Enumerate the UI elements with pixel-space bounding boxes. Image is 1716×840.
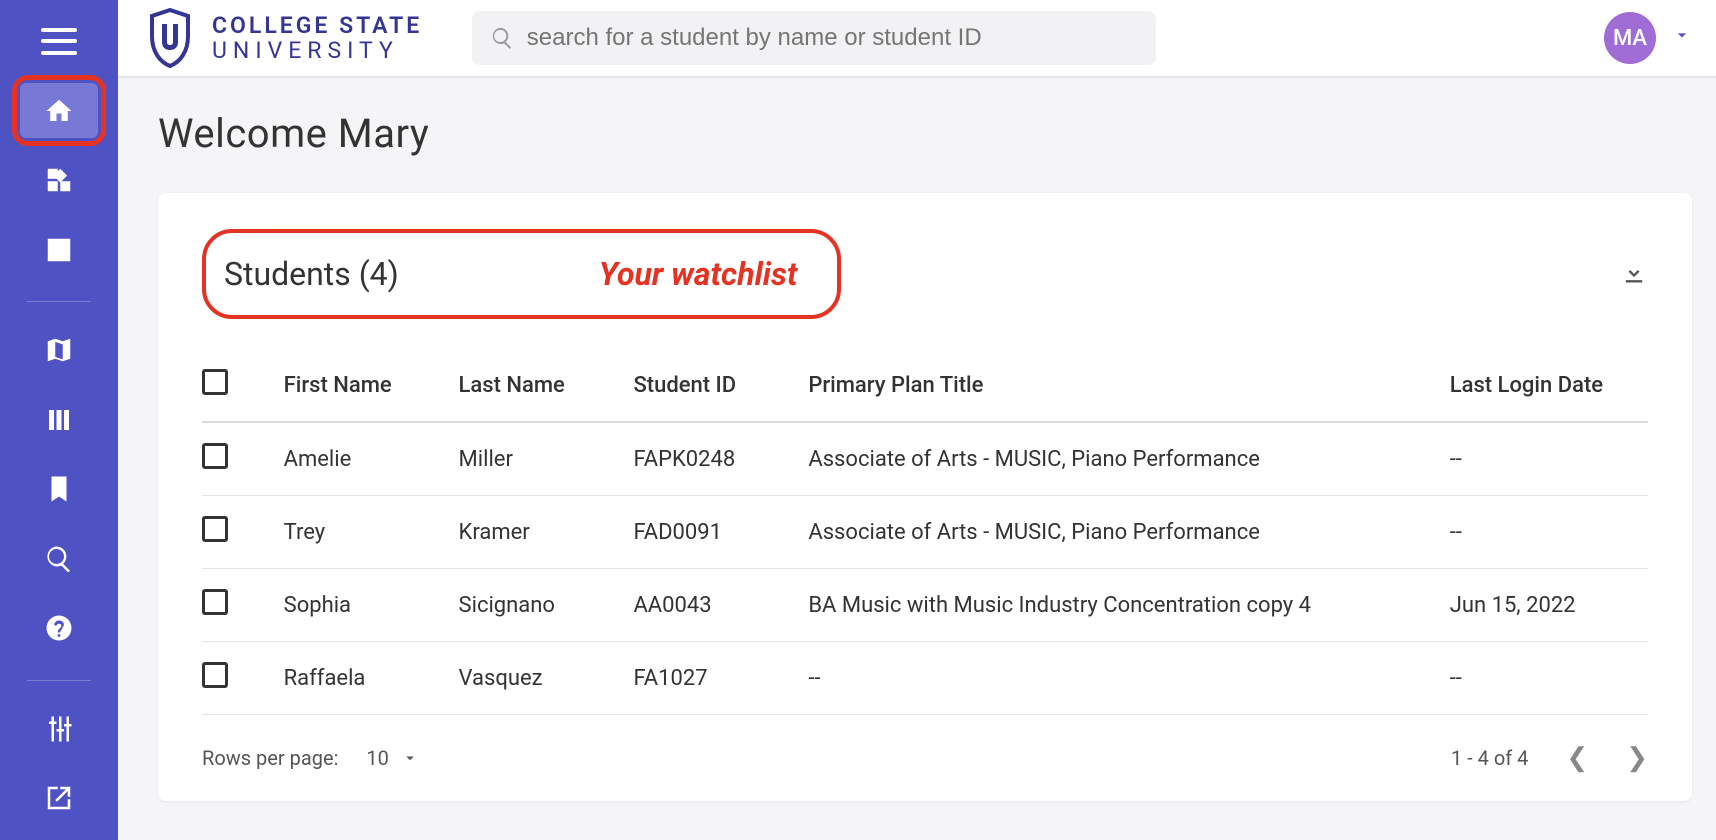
nav-settings[interactable] (20, 701, 98, 757)
dropdown-arrow-icon (401, 749, 419, 767)
map-icon (44, 335, 74, 365)
cell-plan: BA Music with Music Industry Concentrati… (808, 569, 1449, 642)
cell-student-id: FAPK0248 (633, 422, 808, 496)
nav-search[interactable] (20, 531, 98, 587)
open-external-icon (44, 783, 74, 813)
row-checkbox[interactable] (202, 516, 228, 542)
rows-per-page-label: Rows per page: (202, 746, 338, 770)
cell-student-id: FAD0091 (633, 496, 808, 569)
download-icon (1620, 258, 1648, 286)
cell-last-name: Miller (459, 422, 634, 496)
row-checkbox[interactable] (202, 443, 228, 469)
search-bar[interactable] (472, 11, 1156, 65)
cell-first-name: Amelie (284, 422, 459, 496)
col-last-login[interactable]: Last Login Date (1450, 349, 1648, 422)
cell-last-login: -- (1450, 422, 1648, 496)
cell-student-id: AA0043 (633, 569, 808, 642)
sidebar (0, 0, 118, 840)
watchlist-card: Students (4) Your watchlist First Name L… (158, 193, 1692, 801)
logo-shield-icon (146, 8, 194, 68)
columns-icon (44, 405, 74, 435)
nav-bookmark[interactable] (20, 461, 98, 517)
download-button[interactable] (1620, 258, 1648, 290)
cell-plan: Associate of Arts - MUSIC, Piano Perform… (808, 422, 1449, 496)
rows-per-page-value: 10 (366, 746, 388, 770)
home-icon (44, 96, 74, 126)
watchlist-annotation-box: Students (4) Your watchlist (202, 229, 841, 319)
pager-range: 1 - 4 of 4 (1451, 746, 1528, 770)
nav-divider-2 (27, 680, 91, 681)
widgets-icon (44, 165, 74, 195)
table-row[interactable]: TreyKramerFAD0091Associate of Arts - MUS… (202, 496, 1648, 569)
chevron-down-icon (1672, 25, 1692, 45)
cell-last-login: -- (1450, 642, 1648, 715)
brand-line2: UNIVERSITY (212, 38, 422, 63)
pager-next[interactable]: ❯ (1626, 743, 1648, 773)
pager: Rows per page: 10 1 - 4 of 4 ❮ ❯ (202, 743, 1648, 773)
avatar[interactable]: MA (1604, 12, 1656, 64)
col-last-name[interactable]: Last Name (459, 349, 634, 422)
col-student-id[interactable]: Student ID (633, 349, 808, 422)
cell-last-name: Vasquez (459, 642, 634, 715)
topbar: COLLEGE STATE UNIVERSITY MA (118, 0, 1716, 78)
nav-columns[interactable] (20, 392, 98, 448)
nav-external[interactable] (20, 771, 98, 827)
nav-home[interactable] (20, 83, 98, 139)
nav-divider (27, 301, 91, 302)
nav-reports[interactable] (20, 222, 98, 278)
table-row[interactable]: AmelieMillerFAPK0248Associate of Arts - … (202, 422, 1648, 496)
sliders-icon (44, 714, 74, 744)
watchlist-heading: Students (4) (224, 255, 399, 293)
cell-first-name: Raffaela (284, 642, 459, 715)
bar-chart-icon (44, 235, 74, 265)
bookmark-icon (44, 474, 74, 504)
table-row[interactable]: RaffaelaVasquezFA1027---- (202, 642, 1648, 715)
col-primary-plan[interactable]: Primary Plan Title (808, 349, 1449, 422)
cell-last-name: Kramer (459, 496, 634, 569)
search-icon (44, 544, 74, 574)
menu-toggle-icon[interactable] (41, 28, 77, 55)
cell-first-name: Sophia (284, 569, 459, 642)
cell-student-id: FA1027 (633, 642, 808, 715)
user-menu-toggle[interactable] (1672, 25, 1692, 51)
help-icon (44, 613, 74, 643)
brand-line1: COLLEGE STATE (212, 13, 422, 38)
row-checkbox[interactable] (202, 662, 228, 688)
nav-map[interactable] (20, 322, 98, 378)
nav-dashboard[interactable] (20, 152, 98, 208)
pager-prev[interactable]: ❮ (1566, 743, 1588, 773)
cell-plan: -- (808, 642, 1449, 715)
students-table: First Name Last Name Student ID Primary … (202, 349, 1648, 715)
search-input[interactable] (527, 24, 1138, 52)
search-icon (490, 25, 515, 51)
cell-last-name: Sicignano (459, 569, 634, 642)
select-all-checkbox[interactable] (202, 369, 228, 395)
watchlist-annotation-label: Your watchlist (599, 255, 798, 293)
cell-last-login: -- (1450, 496, 1648, 569)
cell-last-login: Jun 15, 2022 (1450, 569, 1648, 642)
table-row[interactable]: SophiaSicignanoAA0043BA Music with Music… (202, 569, 1648, 642)
col-first-name[interactable]: First Name (284, 349, 459, 422)
rows-per-page-select[interactable]: 10 (366, 746, 418, 770)
main-content: Welcome Mary Students (4) Your watchlist… (118, 78, 1716, 840)
cell-plan: Associate of Arts - MUSIC, Piano Perform… (808, 496, 1449, 569)
page-title: Welcome Mary (158, 110, 1716, 157)
logo: COLLEGE STATE UNIVERSITY (146, 8, 422, 68)
cell-first-name: Trey (284, 496, 459, 569)
table-header-row: First Name Last Name Student ID Primary … (202, 349, 1648, 422)
nav-help[interactable] (20, 600, 98, 656)
row-checkbox[interactable] (202, 589, 228, 615)
